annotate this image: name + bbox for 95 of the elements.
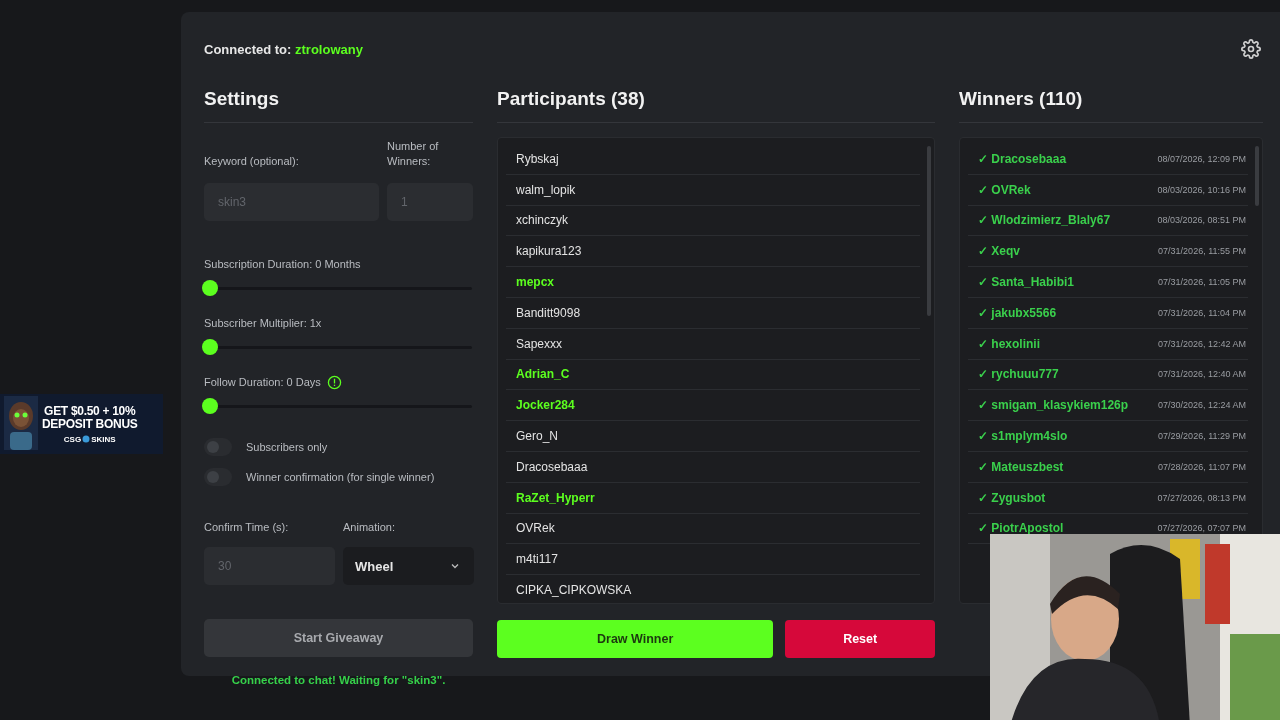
toggle-switch[interactable] — [204, 468, 232, 486]
winner-time: 07/31/2026, 11:05 PM — [1158, 277, 1246, 288]
slider[interactable] — [204, 398, 472, 414]
participant-name: Banditt9098 — [516, 305, 581, 320]
participant-row[interactable]: Gero_N — [506, 421, 920, 452]
winner-time: 07/29/2026, 11:29 PM — [1158, 431, 1246, 442]
winner-time: 08/03/2026, 08:51 PM — [1157, 215, 1246, 226]
info-icon[interactable] — [326, 375, 342, 390]
participant-row[interactable]: CIPKA_CIPKOWSKA — [506, 575, 920, 603]
confirm-time-label: Confirm Time (s): — [204, 520, 290, 535]
participant-name: m4ti117 — [516, 552, 558, 567]
winner-time: 07/27/2026, 08:13 PM — [1157, 492, 1246, 503]
ad-banner[interactable]: GET $0.50 + 10% DEPOSIT BONUS CSG SKINS — [0, 394, 163, 454]
winners-count-label: Number of Winners: — [387, 139, 440, 169]
slider-label: Follow Duration: 0 Days — [204, 375, 321, 390]
winner-time: 07/31/2026, 12:42 AM — [1157, 338, 1246, 349]
participant-row[interactable]: RaZet_Hyperr — [506, 482, 920, 514]
participant-row[interactable]: Banditt9098 — [506, 298, 920, 329]
toggle-switch[interactable] — [204, 438, 232, 456]
winner-name: ✓ Zygusbot — [978, 490, 1046, 505]
participant-name: walm_lopik — [516, 182, 576, 197]
winner-time: 08/03/2026, 10:16 PM — [1157, 184, 1246, 195]
winner-time: 07/30/2026, 12:24 AM — [1157, 400, 1246, 411]
winner-name: ✓ Dracosebaaa — [978, 151, 1067, 166]
winner-name: ✓ Mateuszbest — [978, 459, 1064, 474]
settings-icon[interactable] — [1241, 39, 1261, 59]
participant-name: mepcx — [516, 275, 555, 290]
participant-name: Rybskaj — [516, 151, 559, 166]
participant-row[interactable]: xchinczyk — [506, 205, 920, 237]
participant-name: Jocker284 — [516, 398, 575, 413]
status-message: Connected to chat! Waiting for "skin3". — [230, 674, 447, 686]
participants-title: Participants (38) — [497, 88, 935, 123]
participant-row[interactable]: mepcx — [506, 267, 920, 298]
winner-name: ✓ Santa_Habibi1 — [978, 275, 1075, 290]
chevron-down-icon — [450, 561, 460, 571]
participant-row[interactable]: Sapexxx — [506, 328, 920, 360]
slider-label: Subscription Duration: 0 Months — [204, 257, 361, 272]
slider[interactable] — [204, 280, 472, 296]
slider[interactable] — [204, 339, 472, 355]
keyword-label: Keyword (optional): — [204, 154, 300, 169]
winner-time: 08/07/2026, 12:09 PM — [1157, 153, 1246, 164]
participant-row[interactable]: m4ti117 — [506, 544, 920, 576]
participant-name: Gero_N — [516, 429, 559, 444]
winner-name: ✓ OVRek — [978, 182, 1031, 197]
participant-name: Dracosebaaa — [516, 459, 588, 474]
logo-text: CSG — [63, 434, 82, 444]
winner-time: 07/28/2026, 11:07 PM — [1158, 461, 1246, 472]
participant-name: xchinczyk — [516, 213, 568, 228]
settings-title: Settings — [204, 88, 473, 123]
animation-dropdown[interactable]: Wheel — [343, 547, 474, 585]
participant-row[interactable]: Adrian_C — [506, 359, 920, 391]
animation-label: Animation: — [343, 520, 396, 535]
winner-name: ✓ hexolinii — [978, 336, 1041, 351]
winner-name: ✓ PiotrApostol — [978, 521, 1064, 536]
winner-time: 07/31/2026, 12:40 AM — [1157, 369, 1246, 380]
scrollbar — [1255, 146, 1259, 206]
toggle-label: Winner confirmation (for single winner) — [246, 469, 435, 485]
participant-name: OVRek — [516, 521, 555, 536]
reset-button[interactable]: Reset — [785, 620, 935, 658]
winner-name: ✓ s1mplym4slo — [978, 429, 1068, 444]
slider-thumb[interactable] — [202, 279, 218, 296]
participant-name: kapikura123 — [516, 244, 582, 259]
winner-time: 07/31/2026, 11:04 PM — [1158, 307, 1246, 318]
participant-name: CIPKA_CIPKOWSKA — [516, 583, 632, 598]
winner-time: 07/31/2026, 11:55 PM — [1158, 246, 1246, 257]
start-giveaway-button[interactable]: Start Giveaway — [204, 619, 473, 657]
participant-row[interactable]: walm_lopik — [506, 174, 920, 206]
keyword-field[interactable]: skin3 — [204, 183, 379, 221]
ad-headline: GET $0.50 + 10% — [44, 404, 136, 418]
participant-row[interactable]: Dracosebaaa — [506, 451, 920, 483]
winner-name: ✓ Wlodzimierz_Blaly67 — [978, 213, 1111, 228]
winners-title: Winners (110) — [959, 88, 1263, 123]
ad-headline: DEPOSIT BONUS — [42, 417, 138, 431]
winner-name: ✓ smigam_klasykiem126p — [978, 398, 1129, 413]
participant-row[interactable]: Jocker284 — [506, 390, 920, 422]
winner-time: 07/27/2026, 07:07 PM — [1157, 523, 1246, 534]
coin-icon — [82, 435, 91, 443]
confirm-time-field[interactable]: 30 — [204, 547, 335, 585]
winner-name: ✓ rychuuu777 — [978, 367, 1059, 382]
participant-row[interactable]: Rybskaj — [506, 144, 920, 175]
winners-count-field[interactable]: 1 — [387, 183, 473, 221]
participant-row[interactable]: OVRek — [506, 513, 920, 545]
connection-text: Connected to: ztrolowany — [204, 41, 363, 57]
winner-name: ✓ jakubx5566 — [978, 305, 1057, 320]
toggle-label: Subscribers only — [246, 439, 328, 455]
participant-name: Sapexxx — [516, 336, 563, 351]
participant-name: Adrian_C — [516, 367, 570, 382]
draw-winner-button[interactable]: Draw Winner — [497, 620, 774, 658]
slider-thumb[interactable] — [202, 338, 218, 355]
winner-name: ✓ Xeqv — [978, 244, 1021, 259]
slider-thumb[interactable] — [202, 397, 218, 414]
logo-text: SKINS — [91, 434, 116, 444]
slider-label: Subscriber Multiplier: 1x — [204, 316, 322, 331]
participant-name: RaZet_Hyperr — [516, 490, 595, 505]
participant-row[interactable]: kapikura123 — [506, 236, 920, 268]
